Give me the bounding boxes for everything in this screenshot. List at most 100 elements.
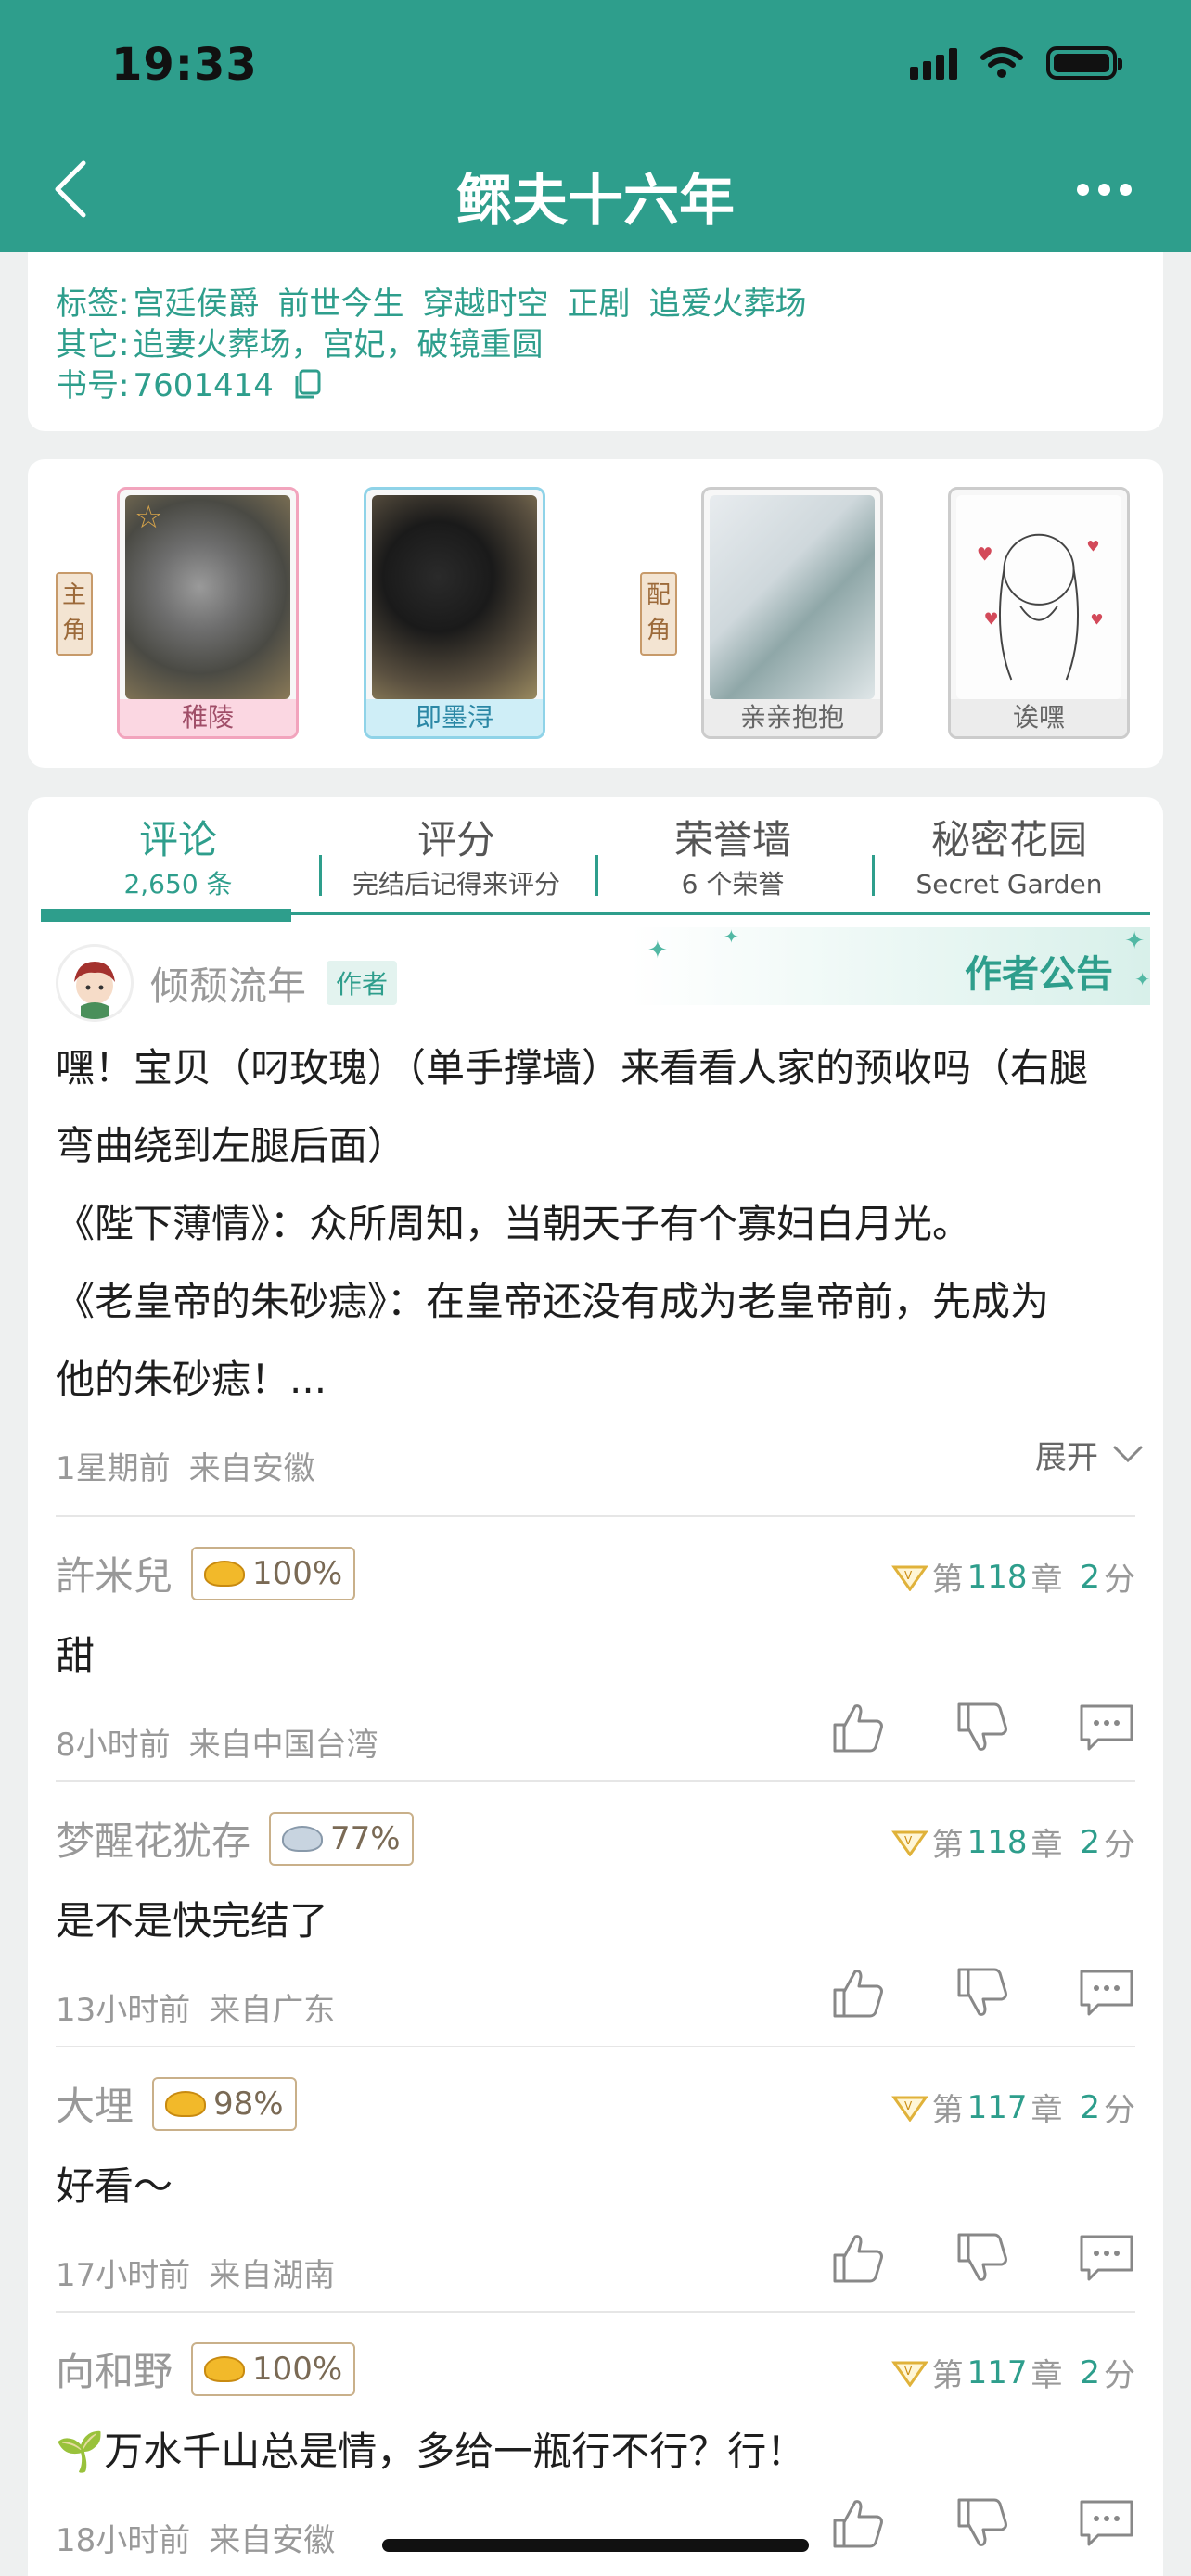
comment-user[interactable]: 梦醒花犹存 (56, 1810, 250, 1867)
loyalty-badge: 77% (269, 1811, 414, 1866)
more-icon[interactable] (1077, 184, 1132, 196)
author-badge: 作者 (327, 961, 398, 1005)
tag[interactable]: 前世今生 (277, 286, 403, 323)
comment-meta: 17小时前 来自湖南 (56, 2257, 336, 2294)
svg-text:V: V (904, 1569, 913, 1582)
battery-icon (1046, 46, 1122, 80)
thumbs-down-icon[interactable] (954, 1964, 1011, 2021)
comment-icon[interactable] (1078, 1964, 1135, 2021)
thumbs-up-icon[interactable] (829, 2229, 887, 2287)
svg-text:♥: ♥ (984, 610, 999, 630)
signal-icon (910, 46, 957, 80)
chapter-score: V 第 117 章 2分 (890, 2085, 1135, 2130)
copy-icon[interactable] (291, 368, 323, 402)
comment-actions (829, 1699, 1135, 1756)
author-notice-label: 作者公告 (965, 953, 1113, 996)
status-icons (910, 46, 1122, 80)
author-row: 倾颓流年 作者 (56, 944, 398, 1022)
chevron-down-icon (1113, 1446, 1143, 1462)
thumbs-down-icon[interactable] (954, 1699, 1011, 1756)
chapter-score: V 第 118 章 2分 (890, 1554, 1135, 1600)
supporting-role-label: 配角 (640, 572, 677, 656)
loyalty-badge: 98% (152, 2076, 297, 2131)
chapter-score: V 第 117 章 2分 (890, 2350, 1135, 2395)
comment-text: 🌱万水千山总是情，多给一瓶行不行？行！ (56, 2429, 806, 2474)
sparkle-icon: ✦ (724, 925, 739, 948)
tab-bar: 评论 2,650 条 评分 完结后记得来评分 荣誉墙 6 个荣誉 秘密花园 Se… (41, 814, 1150, 918)
tag[interactable]: 追爱火葬场 (648, 286, 806, 323)
vip-icon: V (890, 2096, 928, 2122)
active-tab-indicator (41, 909, 291, 922)
author-notice-body[interactable]: 嘿！宝贝（叼玫瑰）（单手撑墙）来看看人家的预收吗（右腿 弯曲绕到左腿后面） 《陛… (56, 1029, 1150, 1419)
svg-text:♥: ♥ (1090, 611, 1103, 629)
thumbs-down-icon[interactable] (954, 2229, 1011, 2287)
character-card[interactable]: 即墨浔 (364, 487, 545, 739)
star-icon: ☆ (134, 499, 163, 536)
svg-text:V: V (904, 2365, 913, 2378)
svg-text:V: V (904, 2099, 913, 2112)
other-row: 其它: 追妻火葬场，宫妃，破镜重圆 (56, 326, 544, 363)
tab-honor-wall[interactable]: 荣誉墙 6 个荣誉 (596, 814, 870, 903)
comment-user[interactable]: 大埋 (56, 2075, 134, 2132)
page-title: 鳏夫十六年 (456, 169, 735, 234)
author-name[interactable]: 倾颓流年 (150, 955, 306, 1012)
thumbs-up-icon[interactable] (829, 1699, 887, 1756)
comments-card: 评论 2,650 条 评分 完结后记得来评分 荣誉墙 6 个荣誉 秘密花园 Se… (28, 797, 1163, 2576)
tab-comments[interactable]: 评论 2,650 条 (41, 814, 315, 903)
tag[interactable]: 宫廷侯爵 (133, 286, 259, 323)
svg-text:V: V (904, 1834, 913, 1847)
character-card[interactable]: ☆ 稚陵 (117, 487, 299, 739)
avatar[interactable] (56, 944, 134, 1022)
app-header: 19:33 鳏夫十六年 (0, 0, 1191, 252)
comment-text: 是不是快完结了 (56, 1898, 329, 1944)
comment-actions (829, 1964, 1135, 2021)
expand-button[interactable]: 展开 (1035, 1432, 1145, 1477)
author-notice-banner: ✦ ✦ ✦ ✦ 作者公告 (631, 925, 1150, 1005)
comment-item[interactable]: 梦醒花犹存 77% V 第 118 章 2分 是不是快完结了 13小时前 来自广东 (56, 1780, 1135, 2047)
comment-user[interactable]: 向和野 (56, 2340, 173, 2397)
vip-icon: V (890, 1565, 928, 1591)
comment-icon[interactable] (1078, 2494, 1135, 2552)
comment-actions (829, 2494, 1135, 2552)
character-card[interactable]: ♥ ♥ ♥ ♥ 诶嘿 (948, 487, 1130, 739)
loyalty-badge: 100% (191, 2341, 356, 2396)
gold-ingot-icon (204, 2355, 246, 2382)
comment-item[interactable]: 許米兒 100% V 第 118 章 2分 甜 8小时前 来自中国台湾 (56, 1515, 1135, 1782)
comment-icon[interactable] (1078, 1699, 1135, 1756)
comment-meta: 13小时前 来自广东 (56, 1992, 336, 2029)
comment-text: 好看～ (56, 2163, 173, 2209)
sparkle-icon: ✦ (647, 937, 668, 964)
home-indicator[interactable] (382, 2539, 809, 2552)
chapter-score: V 第 118 章 2分 (890, 1819, 1135, 1865)
status-time: 19:33 (111, 39, 258, 91)
character-image (710, 495, 875, 699)
wifi-icon (980, 47, 1023, 78)
tag[interactable]: 穿越时空 (422, 286, 548, 323)
character-image: ♥ ♥ ♥ ♥ (956, 495, 1121, 699)
thumbs-up-icon[interactable] (829, 1964, 887, 2021)
thumbs-down-icon[interactable] (954, 2494, 1011, 2552)
sprout-icon: 🌱 (56, 2429, 105, 2474)
sketch-illustration: ♥ ♥ ♥ ♥ (977, 533, 1104, 681)
roles-card: 主角 ☆ 稚陵 即墨浔 配角 亲亲抱抱 ♥ ♥ ♥ ♥ 诶嘿 (28, 459, 1163, 768)
notice-meta: 1星期前 来自安徽 (56, 1450, 315, 1487)
comment-text: 甜 (56, 1633, 96, 1678)
svg-text:♥: ♥ (1086, 538, 1099, 555)
tags-row: 标签: 宫廷侯爵 前世今生 穿越时空 正剧 追爱火葬场 (56, 286, 807, 323)
book-info-card: 标签: 宫廷侯爵 前世今生 穿越时空 正剧 追爱火葬场 其它: 追妻火葬场，宫妃，破镜重圆 … (28, 252, 1163, 431)
comment-user[interactable]: 許米兒 (56, 1545, 173, 1601)
svg-text:♥: ♥ (977, 543, 993, 565)
character-card[interactable]: 亲亲抱抱 (701, 487, 883, 739)
comment-item[interactable]: 大埋 98% V 第 117 章 2分 好看～ 17小时前 来自湖南 (56, 2046, 1135, 2313)
comment-item[interactable]: 向和野 100% V 第 117 章 2分 🌱万水千山总是情，多给一瓶行不行？行！ … (56, 2311, 1135, 2576)
sparkle-icon: ✦ (1134, 968, 1150, 990)
main-role-label: 主角 (56, 572, 93, 656)
vip-icon: V (890, 2361, 928, 2387)
loyalty-badge: 100% (191, 1546, 356, 1600)
thumbs-up-icon[interactable] (829, 2494, 887, 2552)
silver-ingot-icon (282, 1825, 324, 1852)
tab-ratings[interactable]: 评分 完结后记得来评分 (319, 814, 594, 903)
tab-secret-garden[interactable]: 秘密花园 Secret Garden (872, 814, 1146, 903)
tag[interactable]: 正剧 (567, 286, 630, 323)
comment-icon[interactable] (1078, 2229, 1135, 2287)
